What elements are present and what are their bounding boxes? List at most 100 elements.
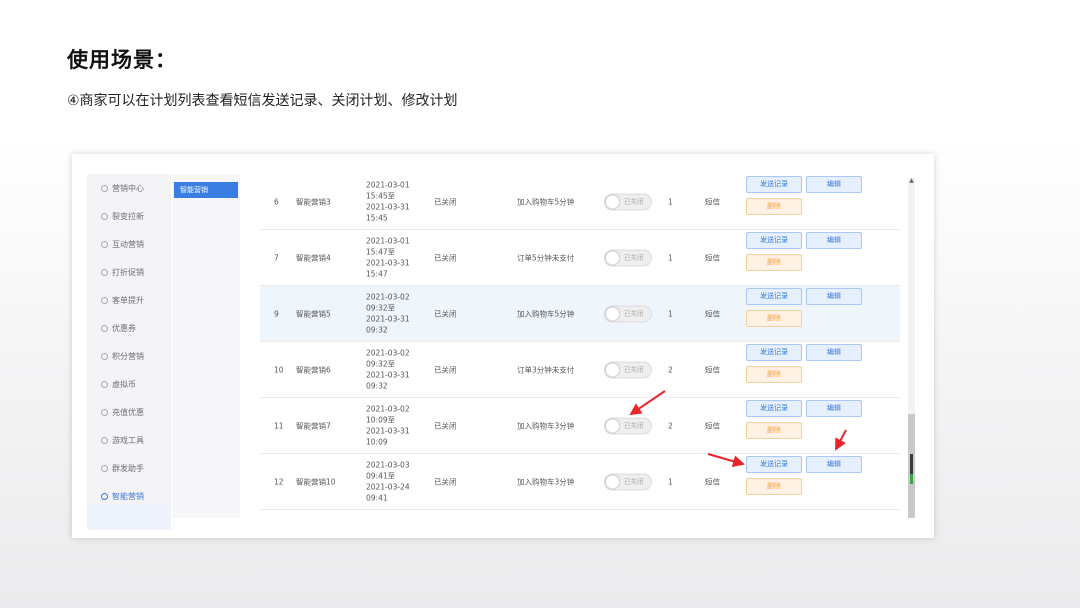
plan-status: 已关闭 bbox=[434, 477, 457, 486]
plan-time-range: 2021-03-02 09:32至 2021-03-31 09:32 bbox=[366, 291, 410, 336]
edit-button[interactable]: 编辑 bbox=[806, 344, 862, 361]
points-icon bbox=[101, 353, 108, 360]
time-line: 2021-03-02 bbox=[366, 403, 410, 413]
row-id: 11 bbox=[274, 421, 284, 430]
screenshot-frame: 营销中心裂变拉新互动营销打折促销客单提升优惠券积分营销虚拟币充值优惠游戏工具群发… bbox=[72, 154, 934, 538]
marketing-icon bbox=[101, 185, 108, 192]
sidebar-item-label: 互动营销 bbox=[112, 240, 144, 249]
send-record-button[interactable]: 发送记录 bbox=[746, 288, 802, 305]
edit-button[interactable]: 编辑 bbox=[806, 400, 862, 417]
plan-time-range: 2021-03-02 09:32至 2021-03-31 09:32 bbox=[366, 347, 410, 392]
send-record-button[interactable]: 发送记录 bbox=[746, 232, 802, 249]
plan-toggle[interactable]: 已关闭 bbox=[604, 473, 652, 490]
table-row: 10 智能营销6 2021-03-02 09:32至 2021-03-31 09:32 已关… bbox=[260, 342, 900, 398]
edit-button[interactable]: 编辑 bbox=[806, 232, 862, 249]
delete-button[interactable]: 删除 bbox=[746, 310, 802, 327]
plan-table: 6 智能营销3 2021-03-01 15:45至 2021-03-31 15:45 已关闭… bbox=[246, 174, 916, 518]
scroll-up-icon[interactable]: ▲ bbox=[908, 178, 915, 184]
sidebar-item[interactable]: 裂变拉新 bbox=[101, 211, 144, 222]
time-line: 2021-03-01 bbox=[366, 179, 410, 189]
sidebar: 营销中心裂变拉新互动营销打折促销客单提升优惠券积分营销虚拟币充值优惠游戏工具群发… bbox=[87, 174, 171, 530]
time-line: 2021-03-02 bbox=[366, 291, 410, 301]
sidebar-item-label: 打折促销 bbox=[112, 268, 144, 277]
channel: 短信 bbox=[705, 365, 720, 374]
sidebar-item-label: 群发助手 bbox=[112, 464, 144, 473]
plan-time-range: 2021-03-03 09:41至 2021-03-24 09:41 bbox=[366, 459, 410, 504]
time-line: 09:32 bbox=[366, 325, 388, 335]
scrollbar[interactable]: ▲ bbox=[908, 178, 915, 518]
plan-toggle[interactable]: 已关闭 bbox=[604, 193, 652, 210]
sidebar-item[interactable]: 积分营销 bbox=[101, 351, 144, 362]
sidebar-item[interactable]: 虚拟币 bbox=[101, 379, 136, 390]
plan-time-range: 2021-03-02 10:09至 2021-03-31 10:09 bbox=[366, 403, 410, 448]
time-line: 10:09至 bbox=[366, 415, 396, 425]
row-id: 10 bbox=[274, 365, 284, 374]
sidebar-item[interactable]: 充值优惠 bbox=[101, 407, 144, 418]
plan-status: 已关闭 bbox=[434, 365, 457, 374]
plan-name: 智能营销5 bbox=[296, 309, 331, 318]
send-count: 2 bbox=[668, 421, 673, 430]
time-line: 15:45 bbox=[366, 213, 388, 223]
delete-button[interactable]: 删除 bbox=[746, 254, 802, 271]
delete-button[interactable]: 删除 bbox=[746, 478, 802, 495]
table-row: 11 智能营销7 2021-03-02 10:09至 2021-03-31 10:09 已关… bbox=[260, 398, 900, 454]
toggle-label: 已关闭 bbox=[624, 365, 644, 373]
sidebar-item[interactable]: 互动营销 bbox=[101, 239, 144, 250]
broadcast-icon bbox=[101, 465, 108, 472]
sidebar-item-label: 裂变拉新 bbox=[112, 212, 144, 221]
order-value-icon bbox=[101, 297, 108, 304]
trigger-condition: 加入购物车5分钟 bbox=[517, 309, 575, 318]
plan-status: 已关闭 bbox=[434, 197, 457, 206]
sidebar-item-label: 智能营销 bbox=[112, 492, 144, 501]
sidebar-item[interactable]: 智能营销 bbox=[101, 491, 144, 502]
sidebar-item-label: 客单提升 bbox=[112, 296, 144, 305]
coupon-icon bbox=[101, 325, 108, 332]
sidebar-item-label: 充值优惠 bbox=[112, 408, 144, 417]
channel: 短信 bbox=[705, 421, 720, 430]
sub-tab-smart-marketing[interactable]: 智能营销 bbox=[174, 182, 238, 198]
row-id: 12 bbox=[274, 477, 284, 486]
delete-button[interactable]: 删除 bbox=[746, 198, 802, 215]
discount-icon bbox=[101, 269, 108, 276]
time-line: 2021-03-31 bbox=[366, 426, 410, 436]
edit-button[interactable]: 编辑 bbox=[806, 288, 862, 305]
plan-status: 已关闭 bbox=[434, 253, 457, 262]
plan-toggle[interactable]: 已关闭 bbox=[604, 305, 652, 322]
sidebar-item[interactable]: 游戏工具 bbox=[101, 435, 144, 446]
time-line: 2021-03-31 bbox=[366, 258, 410, 268]
time-line: 2021-03-03 bbox=[366, 459, 410, 469]
interactive-icon bbox=[101, 241, 108, 248]
send-record-button[interactable]: 发送记录 bbox=[746, 400, 802, 417]
plan-toggle[interactable]: 已关闭 bbox=[604, 361, 652, 378]
sidebar-item[interactable]: 群发助手 bbox=[101, 463, 144, 474]
plan-time-range: 2021-03-01 15:47至 2021-03-31 15:47 bbox=[366, 235, 410, 280]
plan-toggle[interactable]: 已关闭 bbox=[604, 417, 652, 434]
toggle-knob bbox=[606, 363, 619, 376]
time-line: 2021-03-31 bbox=[366, 202, 410, 212]
send-record-button[interactable]: 发送记录 bbox=[746, 456, 802, 473]
delete-button[interactable]: 删除 bbox=[746, 366, 802, 383]
time-line: 15:45至 bbox=[366, 191, 396, 201]
sidebar-item[interactable]: 优惠券 bbox=[101, 323, 136, 334]
delete-button[interactable]: 删除 bbox=[746, 422, 802, 439]
toggle-label: 已关闭 bbox=[624, 309, 644, 317]
send-record-button[interactable]: 发送记录 bbox=[746, 344, 802, 361]
time-line: 09:32 bbox=[366, 381, 388, 391]
time-line: 15:47 bbox=[366, 269, 388, 279]
plan-name: 智能营销3 bbox=[296, 197, 331, 206]
edit-button[interactable]: 编辑 bbox=[806, 176, 862, 193]
sidebar-item-label: 虚拟币 bbox=[112, 380, 136, 389]
sidebar-item[interactable]: 客单提升 bbox=[101, 295, 144, 306]
edit-button[interactable]: 编辑 bbox=[806, 456, 862, 473]
sidebar-item[interactable]: 营销中心 bbox=[101, 183, 144, 194]
plan-toggle[interactable]: 已关闭 bbox=[604, 249, 652, 266]
sidebar-item-label: 优惠券 bbox=[112, 324, 136, 333]
sidebar-item[interactable]: 打折促销 bbox=[101, 267, 144, 278]
plan-name: 智能营销7 bbox=[296, 421, 331, 430]
send-count: 1 bbox=[668, 197, 673, 206]
row-id: 6 bbox=[274, 197, 279, 206]
send-count: 2 bbox=[668, 365, 673, 374]
send-record-button[interactable]: 发送记录 bbox=[746, 176, 802, 193]
time-line: 2021-03-02 bbox=[366, 347, 410, 357]
toggle-label: 已关闭 bbox=[624, 477, 644, 485]
